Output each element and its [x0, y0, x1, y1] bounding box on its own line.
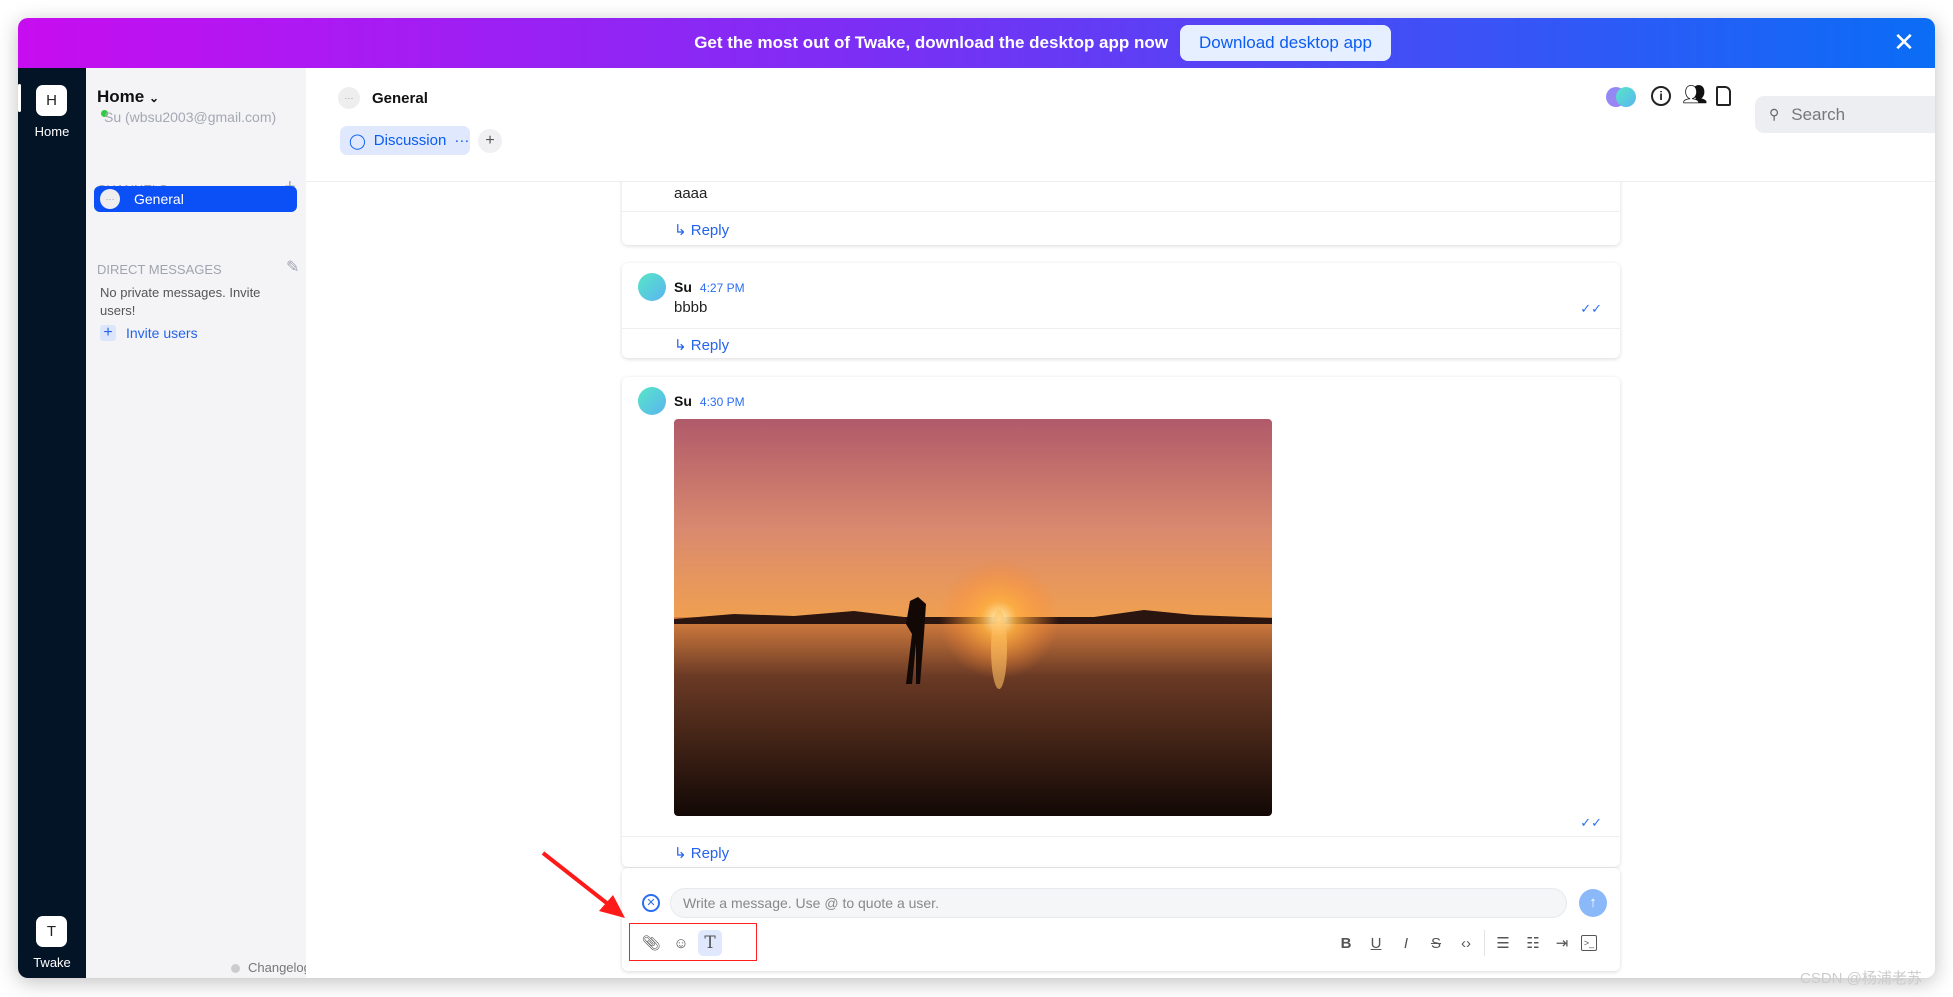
image-attachment[interactable]	[674, 419, 1272, 816]
reply-button[interactable]: ↳ Reply	[674, 336, 729, 354]
send-button[interactable]: ↑	[1579, 889, 1607, 917]
channel-title: General	[372, 90, 428, 107]
message-time: 4:30 PM	[699, 395, 745, 409]
code-block-icon[interactable]: >_	[1581, 935, 1597, 951]
invite-users-label: Invite users	[126, 325, 198, 341]
reply-button[interactable]: ↳ Reply	[674, 221, 729, 239]
workspace-menu[interactable]: Home ⌄	[97, 87, 159, 107]
read-check-icon: ✓✓	[1580, 301, 1602, 316]
message-time: 4:27 PM	[699, 281, 745, 295]
chevron-down-icon: ⌄	[148, 91, 160, 105]
numbered-list-icon[interactable]: ☷	[1522, 932, 1544, 954]
app-window: Get the most out of Twake, download the …	[18, 18, 1935, 978]
changelog-dot-icon	[231, 964, 240, 973]
underline-button[interactable]: U	[1365, 932, 1387, 954]
message-card: Su 4:27 PM bbbb ✓✓ ↳ Reply	[622, 263, 1620, 358]
changelog-link[interactable]: Changelog	[248, 960, 311, 975]
avatar	[638, 387, 666, 415]
message-author: Su 4:30 PM	[674, 393, 745, 409]
message-author: Su 4:27 PM	[674, 279, 745, 295]
compose-icon[interactable]: ✎	[286, 257, 299, 277]
search-placeholder: Search	[1791, 104, 1846, 124]
sunset-photo	[674, 419, 1272, 816]
file-icon[interactable]	[1716, 86, 1731, 106]
divider	[622, 836, 1620, 837]
author-name: Su	[674, 279, 692, 295]
code-button[interactable]: ‹›	[1455, 932, 1477, 954]
invite-users-button[interactable]: + Invite users	[100, 325, 198, 341]
author-name: Su	[674, 393, 692, 409]
bullet-list-icon[interactable]: ☰	[1492, 932, 1514, 954]
workspace-home[interactable]: H Home	[18, 85, 86, 139]
reply-label: Reply	[690, 222, 730, 239]
divider	[622, 328, 1620, 329]
workspace-home-tile: H	[36, 85, 67, 116]
tab-label: Discussion	[373, 132, 447, 149]
reply-label: Reply	[690, 337, 730, 354]
workspace-twake-label: Twake	[33, 955, 71, 970]
message-composer: ✕ Write a message. Use @ to quote a user…	[622, 868, 1620, 971]
chat-bubble-icon: ···	[100, 189, 120, 209]
download-desktop-app-button[interactable]: Download desktop app	[1180, 25, 1391, 61]
read-check-icon: ✓✓	[1580, 815, 1602, 830]
add-tab-button[interactable]: +	[478, 129, 502, 153]
workspace-twake-tile: T	[36, 916, 67, 947]
tab-more-icon[interactable]: ···	[454, 132, 469, 149]
plus-icon: +	[100, 325, 116, 341]
divider	[622, 211, 1620, 212]
watermark: CSDN @杨浦老苏	[1800, 970, 1922, 987]
message-text: bbbb	[674, 299, 708, 316]
channel-view: ··· General ◯ Discussion ··· + i 👥︎ ⚲ Se…	[306, 68, 1935, 978]
toolbar-divider	[1484, 930, 1485, 956]
banner-text: Get the most out of Twake, download the …	[694, 33, 1168, 52]
workspace-twake[interactable]: T Twake	[18, 916, 86, 970]
annotation-box	[629, 923, 757, 961]
avatar	[1616, 87, 1636, 107]
search-icon: ⚲	[1769, 106, 1780, 122]
desktop-app-banner: Get the most out of Twake, download the …	[18, 18, 1935, 68]
message-card: aaaa ↳ Reply	[622, 182, 1620, 245]
annotation-arrow	[541, 851, 625, 918]
strikethrough-button[interactable]: S	[1425, 932, 1447, 954]
reply-label: Reply	[690, 845, 730, 862]
tab-discussion[interactable]: ◯ Discussion ···	[340, 126, 470, 155]
italic-button[interactable]: I	[1395, 932, 1417, 954]
dm-empty-text: No private messages. Invite users!	[100, 285, 261, 318]
info-icon[interactable]: i	[1651, 86, 1671, 106]
channel-item-general[interactable]: ··· General	[94, 186, 297, 212]
channel-name: General	[134, 191, 184, 207]
workspace-rail: H Home T Twake	[18, 68, 86, 978]
avatar	[638, 273, 666, 301]
workspace-name: Home	[97, 87, 145, 106]
cancel-icon[interactable]: ✕	[642, 894, 660, 912]
direct-messages-label: DIRECT MESSAGES	[97, 262, 222, 277]
close-icon[interactable]: ✕	[1890, 28, 1918, 56]
message-card: Su 4:30 PM ✓✓ ↳ Reply	[622, 377, 1620, 867]
user-email: Su (wbsu2003@gmail.com)	[104, 109, 277, 125]
chat-bubble-icon: ···	[338, 87, 360, 109]
chat-icon: ◯	[349, 132, 366, 150]
message-text: aaaa	[674, 185, 708, 202]
reply-button[interactable]: ↳ Reply	[674, 844, 729, 862]
members-avatars[interactable]	[1606, 87, 1636, 107]
workspace-home-label: Home	[34, 124, 70, 139]
bold-button[interactable]: B	[1335, 932, 1357, 954]
message-input[interactable]: Write a message. Use @ to quote a user.	[670, 888, 1567, 918]
users-icon[interactable]: 👥︎	[1682, 82, 1707, 107]
indent-icon[interactable]: ⇥	[1551, 932, 1573, 954]
sidebar: Home ⌄ Su (wbsu2003@gmail.com) CHANNELS …	[86, 68, 311, 978]
search-input[interactable]: ⚲ Search	[1755, 96, 1935, 133]
